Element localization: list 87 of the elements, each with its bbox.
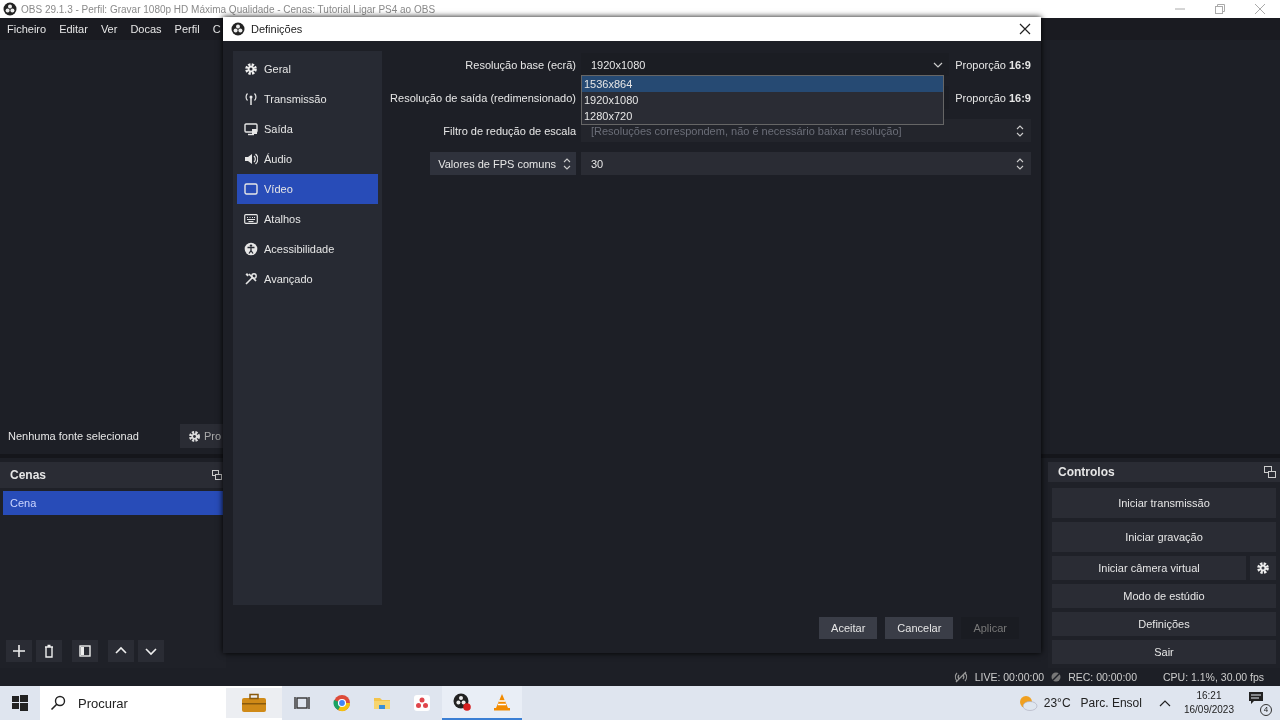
trash-icon: [42, 644, 56, 658]
field-label: Resolução de saída (redimensionado): [390, 91, 576, 104]
add-button[interactable]: [6, 640, 32, 662]
dropdown-option[interactable]: 1920x1080: [582, 92, 943, 108]
settings-button[interactable]: [1250, 556, 1276, 580]
search-icon: [50, 695, 66, 711]
dock-title: Cenas: [10, 468, 47, 482]
task-view-icon: [293, 694, 311, 712]
field-label: Resolução base (ecrã): [465, 58, 576, 71]
browser-icon: [333, 694, 351, 712]
chevron-up-button[interactable]: [108, 640, 134, 662]
settings-category[interactable]: Geral: [237, 54, 378, 84]
dialog-button[interactable]: Aceitar: [819, 617, 878, 639]
settings-category[interactable]: Atalhos: [237, 204, 378, 234]
traffic-cone-icon: [493, 693, 511, 711]
settings-category[interactable]: Saída: [237, 114, 378, 144]
fps-type-select[interactable]: Valores de FPS comuns: [430, 152, 576, 175]
dock-title: Controlos: [1058, 465, 1115, 479]
control-button[interactable]: Definições: [1052, 612, 1276, 636]
antenna-icon: [244, 92, 258, 106]
control-button[interactable]: Iniciar transmissão: [1052, 488, 1276, 518]
notification-count: 4: [1260, 704, 1272, 716]
dropdown-option[interactable]: 1536x864: [582, 76, 943, 92]
briefcase-icon: [241, 693, 267, 713]
windows-logo-icon: [12, 695, 28, 711]
dialog-title: Definições: [251, 23, 303, 35]
broadcast-off-icon: [952, 671, 969, 683]
field-label: Filtro de redução de escala: [443, 124, 576, 137]
menu-item[interactable]: Editar: [59, 23, 88, 35]
dialog-button[interactable]: Cancelar: [885, 617, 954, 639]
accessibility-icon: [244, 242, 258, 256]
close-icon[interactable]: [1019, 23, 1031, 35]
up-down-arrows-icon: [1015, 123, 1025, 138]
circle-logo-icon: [453, 693, 471, 711]
control-button[interactable]: Iniciar gravação: [1052, 522, 1276, 552]
record-off-icon: [1050, 671, 1063, 683]
notification-icon: [1248, 691, 1264, 705]
trash-button[interactable]: [36, 640, 62, 662]
add-icon: [12, 644, 26, 658]
control-button[interactable]: Iniciar câmera virtual: [1052, 556, 1246, 580]
search-field[interactable]: Procurar: [76, 694, 180, 712]
aspect-ratio: Proporção 16:9: [954, 90, 1031, 106]
window-title: OBS 29.1.3 - Perfil: Gravar 1080p HD Máxima Qualidade - Cenas: Tutorial Ligar PS4 ao OBS: [21, 3, 436, 15]
live-time: LIVE: 00:00:00: [974, 671, 1045, 683]
menu-item[interactable]: C: [212, 23, 221, 35]
menu-item[interactable]: Ficheiro: [7, 23, 47, 35]
settings-category[interactable]: Acessibilidade: [237, 234, 378, 264]
filter-icon: [78, 644, 92, 658]
scene-item[interactable]: Cena: [3, 491, 223, 515]
undock-icon[interactable]: [212, 470, 222, 480]
gear-icon: [244, 62, 258, 76]
undock-icon[interactable]: [1264, 466, 1276, 478]
aspect-ratio: Proporção 16:9: [954, 57, 1031, 73]
filter-button[interactable]: [72, 640, 98, 662]
clock-time: 16:21: [1196, 689, 1222, 703]
monitor-icon: [244, 122, 258, 136]
gear-icon: [188, 429, 201, 443]
chevron-down-button[interactable]: [138, 640, 164, 662]
clock-date: 16/09/2023: [1183, 703, 1234, 717]
settings-category[interactable]: Avançado: [237, 264, 378, 294]
app-logo-icon: [231, 22, 245, 36]
keyboard-icon: [244, 212, 258, 226]
tools-icon: [244, 272, 258, 286]
select-field[interactable]: 30: [581, 152, 1031, 175]
speaker-icon: [244, 152, 258, 166]
app-logo-icon: [3, 2, 17, 16]
temperature: 23°C: [1043, 696, 1071, 710]
menu-item[interactable]: Docas: [130, 23, 162, 35]
three-dots-icon: [413, 694, 431, 712]
menu-item[interactable]: Ver: [100, 23, 118, 35]
gear-icon: [1256, 561, 1270, 575]
cpu-usage: CPU: 1.1%, 30.00 fps: [1163, 671, 1264, 683]
taskbar-app-button[interactable]: [442, 686, 482, 720]
settings-category[interactable]: Áudio: [237, 144, 378, 174]
rec-time: REC: 00:00:00: [1068, 671, 1137, 683]
up-down-arrows-icon: [1015, 156, 1025, 171]
up-down-arrows-icon: [562, 156, 572, 171]
sun-cloud-icon: [1017, 694, 1038, 712]
chevron-up-icon: [1158, 699, 1171, 707]
menu-item[interactable]: Perfil: [174, 23, 200, 35]
settings-category[interactable]: Transmissão: [237, 84, 378, 114]
screen-icon: [244, 182, 258, 196]
settings-category[interactable]: Vídeo: [237, 174, 378, 204]
control-button[interactable]: Modo de estúdio: [1052, 584, 1276, 608]
control-button[interactable]: Sair: [1052, 640, 1276, 664]
weather-text: Parc. Ensol: [1080, 696, 1142, 710]
no-source-label: Nenhuma fonte selecionad: [8, 430, 140, 442]
